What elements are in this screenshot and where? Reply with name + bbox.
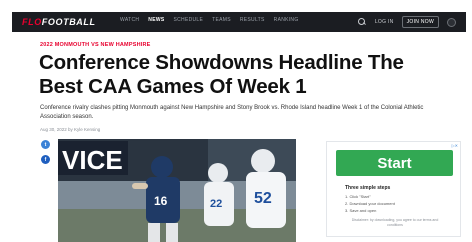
nav-link-teams[interactable]: TEAMS [212,17,231,23]
nav-link-watch[interactable]: WATCH [120,17,139,23]
facebook-glyph: f [44,156,47,163]
logo-sport: FOOTBALL [41,17,96,27]
hero-jersey-left: 16 [154,194,168,208]
search-icon[interactable] [357,17,367,27]
article-hero-image: VICE 16 22 52 [58,139,296,242]
top-navigation-bar: FLO FOOTBALL WATCH NEWS SCHEDULE TEAMS R… [12,12,466,32]
hero-jersey-mid: 22 [210,198,222,210]
hero-banner-text: VICE [62,145,123,175]
nav-links: WATCH NEWS SCHEDULE TEAMS RESULTS RANKIN… [120,17,299,23]
hero-illustration: VICE 16 22 52 [58,139,296,242]
adchoices-icon[interactable]: ▷✕ [452,143,458,148]
login-link[interactable]: LOG IN [375,19,394,25]
sidebar-ad[interactable]: ▷✕ Start Three simple steps 1. Click "St… [326,141,461,237]
ad-step: 3. Save and open [345,208,377,213]
hero-jersey-right: 52 [254,190,272,207]
ad-title: Three simple steps [345,185,391,191]
logo-brand: FLO [22,17,42,27]
ad-start-button[interactable]: Start [336,150,453,176]
nav-link-schedule[interactable]: SCHEDULE [173,17,203,23]
twitter-glyph: t [44,141,47,148]
article-headline: Conference Showdowns Headline The Best C… [39,51,404,98]
nav-right-actions: LOG IN JOIN NOW [357,16,456,28]
ad-step: 1. Click "Start" [345,194,371,199]
ad-step: 2. Download your document [345,201,395,206]
ad-disclaimer: Disclaimer: by downloading, you agree to… [351,218,439,227]
twitter-share-icon[interactable]: t [41,140,50,149]
flofootball-logo[interactable]: FLO FOOTBALL [22,16,96,28]
ad-steps-list: 1. Click "Start" 2. Download your docume… [345,193,395,214]
user-avatar-icon[interactable] [447,17,456,27]
nav-link-ranking[interactable]: RANKING [274,17,299,23]
facebook-share-icon[interactable]: f [41,155,50,164]
article-tagline[interactable]: 2022 MONMOUTH VS NEW HAMPSHIRE [40,42,151,48]
nav-link-results[interactable]: RESULTS [240,17,265,23]
article-byline: Aug 30, 2022 by Kyle Kensing [40,127,101,132]
article-summary: Conference rivalry clashes pitting Monmo… [40,105,424,120]
nav-link-news[interactable]: NEWS [148,17,164,23]
join-now-button[interactable]: JOIN NOW [401,16,439,28]
